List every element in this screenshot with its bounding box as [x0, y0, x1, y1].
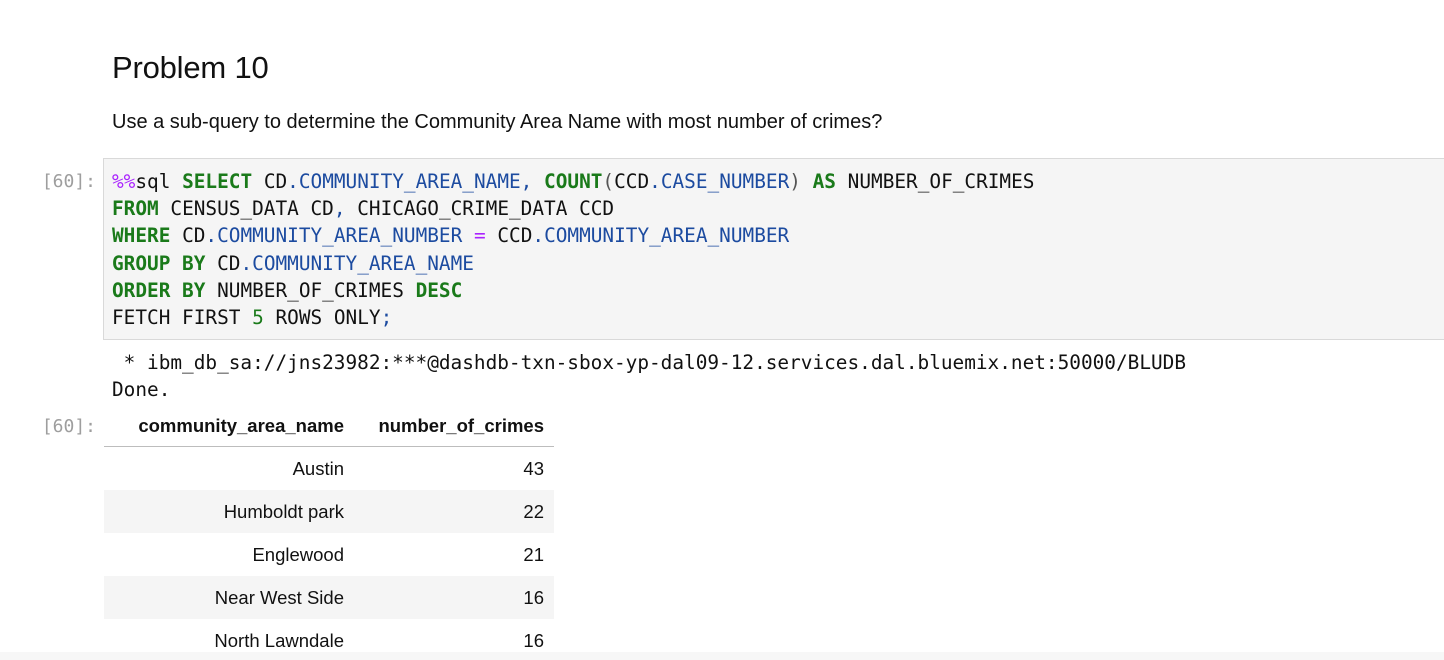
cell-number-of-crimes: 22: [354, 490, 554, 533]
magic-name: sql: [135, 170, 171, 193]
alias-cd: CD: [310, 197, 334, 221]
alias-cd: CD: [263, 170, 288, 193]
column-header-number-of-crimes: number_of_crimes: [354, 405, 554, 447]
kw-select: SELECT: [182, 170, 253, 193]
markdown-heading: Problem 10: [112, 50, 269, 85]
cell-number-of-crimes: 21: [523, 543, 544, 565]
bottom-edge: [0, 652, 1444, 660]
kw-desc: DESC: [415, 278, 463, 302]
alias-ccd: CCD: [497, 224, 533, 248]
rows-only: ROWS ONLY: [275, 306, 381, 330]
sql-code[interactable]: %%sql SELECT CD.COMMUNITY_AREA_NAME, COU…: [112, 168, 1034, 331]
markdown-text: Use a sub-query to determine the Communi…: [112, 111, 883, 133]
fetch-first: FETCH FIRST: [112, 306, 241, 330]
table-row: Humboldt park 22: [104, 490, 554, 533]
table-row: Englewood 21: [104, 533, 554, 576]
column-header-community-area-name: community_area_name: [104, 405, 354, 447]
cell-community-area-name: Humboldt park: [104, 490, 354, 533]
cell-community-area-name: Austin: [292, 457, 344, 479]
kw-as: AS: [812, 170, 836, 193]
kw-order-by: ORDER BY: [112, 278, 206, 302]
output-stream: * ibm_db_sa://jns23982:***@dashdb-txn-sb…: [112, 349, 1186, 403]
alias-ccd: CCD: [579, 197, 615, 221]
alias-cd: CD: [217, 251, 241, 275]
kw-group-by: GROUP BY: [112, 251, 206, 275]
connection-line: * ibm_db_sa://jns23982:***@dashdb-txn-sb…: [112, 351, 1187, 374]
magic-prefix: %%: [112, 170, 136, 193]
output-prompt: [60]:: [41, 416, 96, 437]
cell-community-area-name: Near West Side: [104, 576, 354, 619]
table-row: Austin 43: [104, 447, 554, 491]
attr-community-area-number: COMMUNITY_AREA_NUMBER: [544, 224, 790, 248]
input-prompt: [60]:: [41, 171, 96, 192]
table-census: CENSUS_DATA: [170, 197, 299, 221]
attr-community-area-name: COMMUNITY_AREA_NAME: [298, 170, 521, 193]
limit-number: 5: [252, 306, 264, 330]
cell-number-of-crimes: 43: [523, 457, 544, 479]
alias-number-of-crimes: NUMBER_OF_CRIMES: [847, 170, 1035, 193]
table-row: Near West Side 16: [104, 576, 554, 619]
semicolon: ;: [380, 306, 393, 330]
alias-cd: CD: [182, 224, 206, 248]
table-header-row: community_area_name number_of_crimes: [104, 405, 554, 447]
attr-community-area-name: COMMUNITY_AREA_NAME: [252, 251, 474, 275]
alias-ccd: CCD: [614, 170, 650, 193]
cell-community-area-name: Englewood: [252, 543, 344, 565]
attr-community-area-number: COMMUNITY_AREA_NUMBER: [217, 224, 463, 248]
kw-where: WHERE: [112, 224, 171, 248]
done-line: Done.: [112, 378, 171, 402]
table-crime: CHICAGO_CRIME_DATA: [357, 197, 568, 221]
kw-from: FROM: [112, 197, 159, 221]
alias-number-of-crimes: NUMBER_OF_CRIMES: [217, 278, 404, 302]
kw-count: COUNT: [544, 170, 603, 193]
code-cell-editor[interactable]: %%sql SELECT CD.COMMUNITY_AREA_NAME, COU…: [103, 158, 1444, 340]
attr-case-number: CASE_NUMBER: [660, 170, 790, 193]
cell-number-of-crimes: 16: [354, 576, 554, 619]
result-table: community_area_name number_of_crimes Aus…: [104, 405, 554, 660]
